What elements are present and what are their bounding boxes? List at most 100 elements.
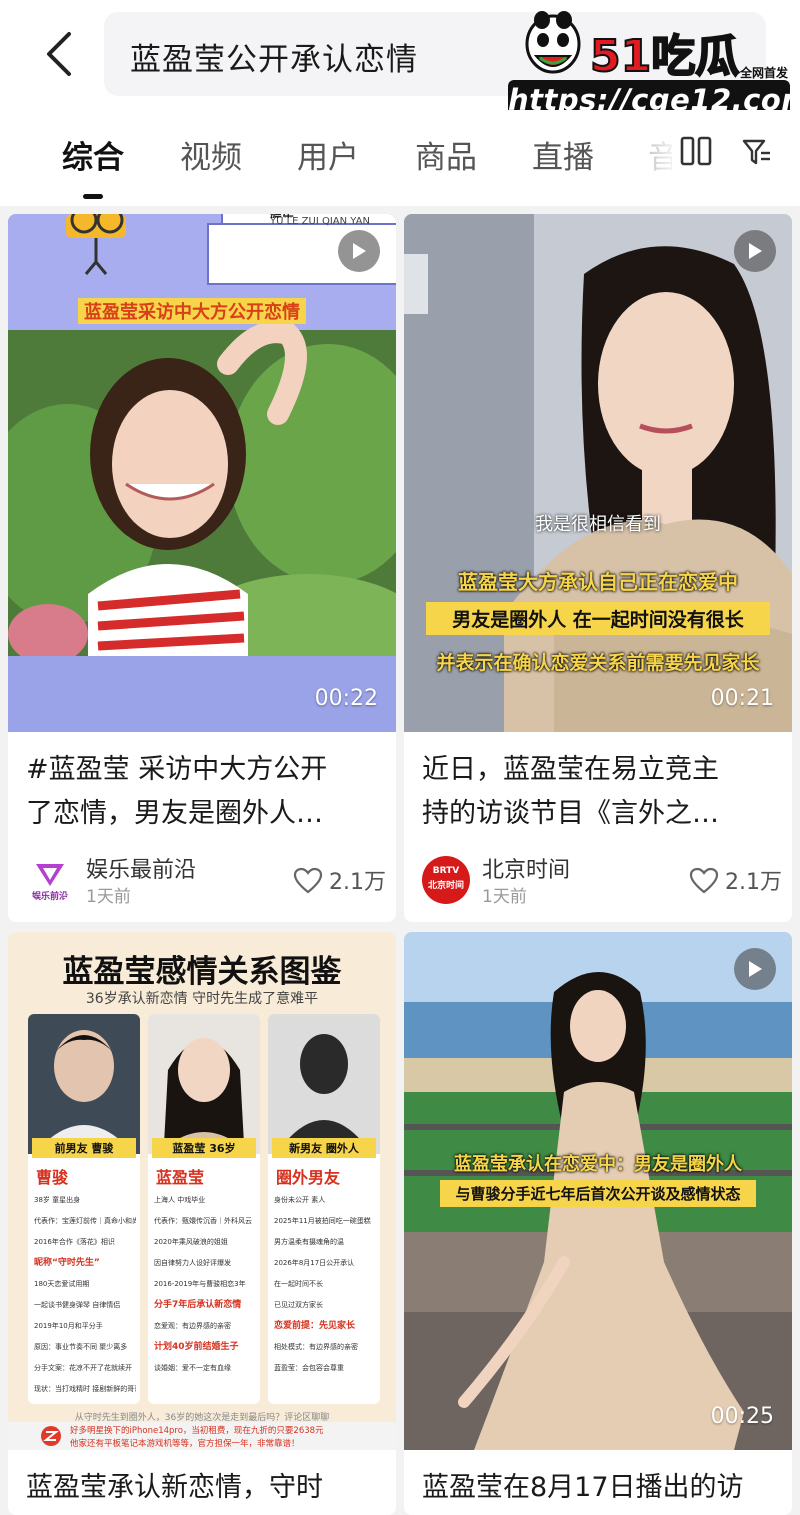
card-title[interactable]: 近日，蓝盈莹在易立竞主 持的访谈节目《言外之… <box>422 748 772 836</box>
play-button[interactable] <box>734 948 776 990</box>
author-row: 娱乐前沿 娱乐最前沿 1天前 2.1万 <box>26 850 386 910</box>
watermark: 51吃瓜 全网首发 https://cge12.com <box>500 8 800 120</box>
heart-icon <box>689 867 719 893</box>
author-name[interactable]: 娱乐最前沿 <box>86 852 196 884</box>
play-button[interactable] <box>734 230 776 272</box>
card-title-line: 蓝盈莹在8月17日播出的访 <box>422 1472 744 1503</box>
card-title-line: 了恋情，男友是圈外人… <box>26 798 323 829</box>
thumbnail-image <box>8 214 396 732</box>
panel-line: 在一起时间不长 <box>274 1280 323 1288</box>
infographic-subheading: 36岁承认新恋情 守时先生成了意难平 <box>85 991 319 1007</box>
filter-icon[interactable] <box>742 138 772 166</box>
post-time: 1天前 <box>86 887 131 907</box>
like-button[interactable]: 2.1万 <box>689 864 782 896</box>
heart-icon <box>293 867 323 893</box>
panel-lines: 38岁 童星出身 代表作：宝莲灯前传｜真命小和尚 2016年合作《落花》相识 昵… <box>34 1190 136 1400</box>
avatar[interactable]: 娱乐前沿 <box>26 856 74 904</box>
like-button[interactable]: 2.1万 <box>293 864 386 896</box>
result-card[interactable]: YU LE ZUI QIAN YAN 娱乐 蓝盈莹采访中大方公开恋情 00:22… <box>8 214 396 922</box>
infographic-panel: 蓝盈莹 36岁 蓝盈莹 上海人 中戏毕业 代表作：甄嬛传沉香｜外科风云 2020… <box>148 1014 260 1404</box>
tab-users[interactable]: 用户 <box>297 132 359 177</box>
infographic-ad: 好多明星换下的iPhone14pro，当初租费，现在九折的只要2638元 他家还… <box>8 1422 396 1450</box>
search-query[interactable]: 蓝盈莹公开承认恋情 <box>130 34 418 79</box>
infographic-footer-3: 他家还有平板笔记本游戏机等等，官方担保一年，非常靠谱！ <box>70 1439 300 1449</box>
thumbnail-caption-3: 并表示在确认恋爱关系前需要先见家长 <box>436 652 760 674</box>
infographic-thumbnail[interactable]: 蓝盈莹感情关系图鉴 36岁承认新恋情 守时先生成了意难平 前男友 曹骏 曹骏 3… <box>8 932 396 1450</box>
video-thumbnail[interactable]: YU LE ZUI QIAN YAN 娱乐 蓝盈莹采访中大方公开恋情 00:22 <box>8 214 396 732</box>
panel-tag: 前男友 曹骏 <box>32 1138 136 1158</box>
panel-line: 一起谈书健身弹琴 自律情侣 <box>34 1301 121 1309</box>
watermark-brand: 51吃瓜 <box>589 31 740 82</box>
panel-line: 因自律努力人设好评爆发 <box>154 1259 231 1267</box>
author-row: BRTV 北京时间 北京时间 1天前 2.1万 <box>422 850 782 910</box>
tab-comprehensive[interactable]: 综合 <box>62 132 124 177</box>
panel-name: 蓝盈莹 <box>156 1168 205 1187</box>
thumbnail-caption-1: 蓝盈莹承认在恋爱中：男友是圈外人 <box>454 1154 742 1175</box>
panel-line: 谈婚姻：爱不一定有血缘 <box>154 1364 231 1372</box>
video-thumbnail[interactable]: 我是很相信看到 蓝盈莹大方承认自己正在恋爱中 男友是圈外人 在一起时间没有很长 … <box>404 214 792 732</box>
panel-line: 2019年10月和平分手 <box>34 1322 103 1330</box>
post-time: 1天前 <box>482 887 527 907</box>
play-button[interactable] <box>338 230 380 272</box>
watermark-tag: 全网首发 <box>740 66 789 80</box>
panel-line: 已见过双方家长 <box>274 1301 323 1309</box>
avatar[interactable]: BRTV 北京时间 <box>422 856 470 904</box>
panel-line: 男方温柔有摄魂角的温 <box>274 1238 344 1246</box>
panel-line: 原因：事业节奏不同 聚少离多 <box>34 1343 128 1351</box>
panel-line: 分手文案：花凉不开了花就续开 <box>34 1364 132 1372</box>
tab-live[interactable]: 直播 <box>532 132 594 177</box>
video-duration: 00:21 <box>710 686 774 711</box>
avatar-text: 北京时间 <box>427 881 464 891</box>
video-thumbnail[interactable]: 蓝盈莹承认在恋爱中：男友是圈外人 与曹骏分手近七年后首次公开谈及感情状态 00:… <box>404 932 792 1450</box>
panel-line: 上海人 中戏毕业 <box>154 1196 206 1204</box>
infographic-footer-2: 好多明星换下的iPhone14pro，当初租费，现在九折的只要2638元 <box>70 1426 324 1436</box>
panel-line: 38岁 童星出身 <box>34 1196 81 1204</box>
z-logo-icon <box>41 1426 61 1446</box>
thumbnail-caption-2: 与曹骏分手近七年后首次公开谈及感情状态 <box>440 1180 756 1207</box>
card-title[interactable]: 蓝盈莹在8月17日播出的访 <box>422 1466 772 1510</box>
play-icon <box>749 243 762 259</box>
result-card[interactable]: 蓝盈莹承认在恋爱中：男友是圈外人 与曹骏分手近七年后首次公开谈及感情状态 00:… <box>404 932 792 1515</box>
panel-line: 代表作：甄嬛传沉香｜外科风云 <box>154 1217 252 1225</box>
panel-line: 相处模式：有边界感的亲密 <box>274 1343 358 1351</box>
like-count: 2.1万 <box>725 870 782 895</box>
active-tab-indicator <box>83 194 103 199</box>
infographic-panel: 前男友 曹骏 曹骏 38岁 童星出身 代表作：宝莲灯前传｜真命小和尚 2016年… <box>28 1014 140 1404</box>
card-title-line: #蓝盈莹 采访中大方公开 <box>26 754 328 785</box>
panel-name: 圈外男友 <box>276 1168 341 1187</box>
thumbnail-caption-1: 蓝盈莹大方承认自己正在恋爱中 <box>458 570 738 594</box>
portrait-image <box>28 1014 140 1154</box>
panel-line: 计划40岁前结婚生子 <box>154 1342 239 1352</box>
panel-tag: 蓝盈莹 36岁 <box>152 1138 256 1158</box>
panel-line: 现状：当打戏精时 接剧新鲜的哥哥 <box>34 1385 136 1393</box>
portrait-image <box>148 1014 260 1154</box>
tab-video[interactable]: 视频 <box>180 132 242 177</box>
author-name[interactable]: 北京时间 <box>482 852 570 884</box>
back-button[interactable] <box>36 28 80 80</box>
card-title[interactable]: #蓝盈莹 采访中大方公开 了恋情，男友是圈外人… <box>26 748 376 836</box>
card-title-line: 近日，蓝盈莹在易立竞主 <box>422 754 719 785</box>
tab-products[interactable]: 商品 <box>415 132 477 177</box>
top-bar: 蓝盈莹公开承认恋情 51吃瓜 全网首发 https://cge12.com <box>0 0 800 120</box>
infographic-heading: 蓝盈莹感情关系图鉴 <box>62 954 342 990</box>
tab-bar: 综合 视频 用户 商品 直播 音 <box>0 110 800 206</box>
layout-toggle-icon[interactable] <box>680 136 712 166</box>
avatar-text-top: BRTV <box>432 866 460 876</box>
result-card[interactable]: 蓝盈莹感情关系图鉴 36岁承认新恋情 守时先生成了意难平 前男友 曹骏 曹骏 3… <box>8 932 396 1515</box>
panel-line: 2016-2019年与曹骏相恋3年 <box>154 1280 246 1288</box>
thumbnail-caption: 蓝盈莹采访中大方公开恋情 <box>78 298 306 324</box>
panel-lines: 身份未公开 素人 2025年11月被拍同吃一碗蛋糕 男方温柔有摄魂角的温 202… <box>274 1190 376 1379</box>
panel-line: 分手7年后承认新恋情 <box>154 1300 242 1310</box>
watermark-mascot-icon <box>525 11 581 74</box>
subtitle-text: 我是很相信看到 <box>535 514 661 535</box>
card-title-line: 持的访谈节目《言外之… <box>422 798 719 829</box>
result-card[interactable]: 我是很相信看到 蓝盈莹大方承认自己正在恋爱中 男友是圈外人 在一起时间没有很长 … <box>404 214 792 922</box>
panel-line: 2025年11月被拍同吃一碗蛋糕 <box>274 1217 371 1225</box>
panel-line: 2016年合作《落花》相识 <box>34 1238 115 1246</box>
panel-line: 蓝盈莹：会包容会尊重 <box>274 1364 344 1372</box>
video-duration: 00:25 <box>710 1404 774 1429</box>
avatar-text: 娱乐前沿 <box>31 892 68 902</box>
silhouette-image <box>268 1014 380 1154</box>
card-title[interactable]: 蓝盈莹承认新恋情，守时 <box>26 1466 376 1510</box>
panel-tag: 新男友 圈外人 <box>272 1138 376 1158</box>
